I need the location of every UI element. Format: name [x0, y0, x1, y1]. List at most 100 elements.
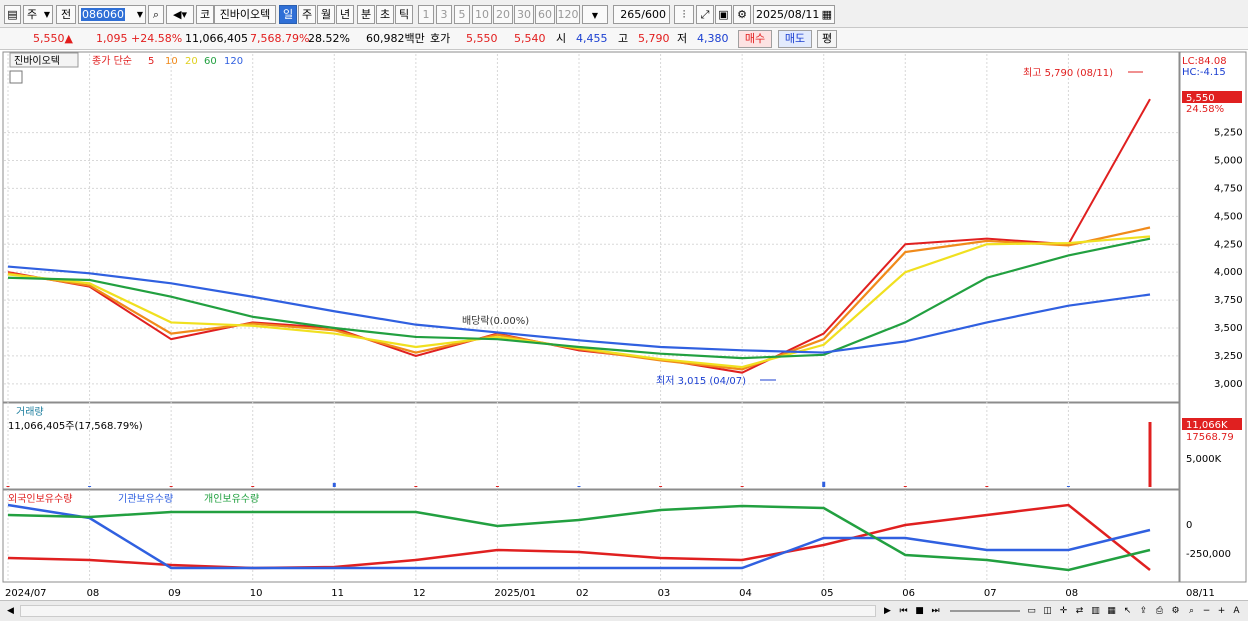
gear-icon[interactable]: ⚙ — [733, 5, 751, 24]
x-tick-label: 05 — [821, 588, 834, 599]
grid-icon[interactable]: ▦ — [1104, 603, 1119, 619]
volume-value: 11,066,405 — [185, 32, 248, 45]
scroll-left-icon[interactable]: ◀ — [3, 603, 18, 619]
scroll-right-icon[interactable]: ▶ — [880, 603, 895, 619]
buy-button[interactable]: 매수 — [738, 30, 772, 48]
fast-forward-icon[interactable]: ⏭ — [928, 603, 943, 619]
volume-bar — [1066, 486, 1070, 487]
zoom-out-icon[interactable]: − — [1199, 603, 1214, 619]
eval-button[interactable]: 평 — [817, 30, 837, 48]
lc-value: LC:84.08 — [1182, 56, 1227, 67]
open-price: 4,455 — [576, 32, 608, 45]
crosshair-icon[interactable]: ✛ — [1056, 603, 1071, 619]
horizontal-scrollbar[interactable] — [20, 605, 876, 617]
y-tick-label: 4,750 — [1214, 183, 1243, 194]
volume-pct: 7,568.79% — [250, 32, 310, 45]
volume-bar — [495, 486, 499, 487]
interval-dropdown[interactable]: ▼ — [582, 5, 608, 24]
period-second[interactable]: 초 — [376, 5, 394, 24]
interval-3[interactable]: 3 — [436, 5, 452, 24]
price-change: 1,095 — [96, 32, 128, 45]
scope-button[interactable]: 전 — [56, 5, 76, 24]
code-input[interactable]: 086060 ▼ — [78, 5, 146, 24]
count-input[interactable]: 265/600 — [613, 5, 670, 24]
volume-bar — [577, 486, 581, 487]
interval-20[interactable]: 20 — [493, 5, 513, 24]
x-tick-label: 04 — [739, 588, 752, 599]
rewind-icon[interactable]: ⏮ — [896, 603, 911, 619]
quote-bar: 5,550▲ 1,095 +24.58% 11,066,405 7,568.79… — [0, 28, 1248, 50]
holding-y-tick-0: 0 — [1186, 520, 1192, 531]
period-month[interactable]: 월 — [317, 5, 335, 24]
zoom-in-icon[interactable]: + — [1214, 603, 1229, 619]
sell-button[interactable]: 매도 — [778, 30, 812, 48]
volume-value-text: 11,066,405주(17,568.79%) — [8, 421, 143, 432]
trade-amount: 60,982백만 — [366, 32, 425, 45]
current-price-tag: 5,550 — [1186, 93, 1215, 104]
period-minute[interactable]: 분 — [357, 5, 375, 24]
menu-icon[interactable]: ▤ — [4, 5, 21, 24]
date-value: 2025/08/11 — [756, 8, 820, 21]
period-year[interactable]: 년 — [336, 5, 354, 24]
interval-30[interactable]: 30 — [514, 5, 534, 24]
x-tick-label: 12 — [413, 588, 426, 599]
open-label: 시 — [556, 32, 567, 45]
chevron-down-icon: ▼ — [136, 10, 143, 19]
save-icon[interactable]: ▣ — [715, 5, 732, 24]
x-tick-label: 11 — [331, 588, 344, 599]
volume-panel-frame — [2, 402, 1180, 490]
current-pct-tag: 24.58% — [1186, 104, 1224, 115]
indicator-table-icon[interactable] — [9, 70, 23, 84]
x-tick-label: 06 — [902, 588, 915, 599]
speaker-icon[interactable]: ◀▾ — [166, 5, 194, 24]
period-day[interactable]: 일 — [279, 5, 297, 24]
x-tick-label: 2024/07 — [5, 588, 47, 599]
volume-y-tick: 5,000K — [1186, 454, 1222, 465]
date-input[interactable]: 2025/08/11 ▦ — [753, 5, 835, 24]
volume-pct-tag: 17568.79 — [1186, 432, 1234, 443]
legend-individual: 개인보유수량 — [204, 493, 259, 505]
zoom-icon[interactable]: ⌕ — [1184, 603, 1199, 619]
search-icon[interactable]: ⌕ — [148, 5, 164, 24]
x-tick-label: 2025/01 — [494, 588, 536, 599]
volume-bar — [169, 486, 173, 487]
legend-institution: 기관보유수량 — [118, 493, 173, 505]
stop-icon[interactable]: ■ — [912, 603, 927, 619]
high-price: 5,790 — [638, 32, 670, 45]
export-icon[interactable]: ⇪ — [1136, 603, 1151, 619]
compare-icon[interactable]: ⇄ — [1072, 603, 1087, 619]
x-tick-label: 03 — [658, 588, 671, 599]
x-tick-label: 10 — [250, 588, 263, 599]
legend-foreign: 외국인보유수량 — [8, 493, 72, 505]
interval-1[interactable]: 1 — [418, 5, 434, 24]
dividend-annotation: 배당락(0.00%) — [462, 315, 529, 327]
volume-bar — [251, 486, 255, 487]
volume-bar — [6, 486, 10, 487]
zoom-slider[interactable] — [950, 610, 1020, 612]
stock-chart[interactable]: 5,250 5,000 4,750 4,500 4,250 4,000 3,750 3,500… — [0, 50, 1248, 600]
bar-style-icon[interactable]: ▥ — [1088, 603, 1103, 619]
font-size-icon[interactable]: A — [1229, 603, 1244, 619]
volume-bar — [659, 486, 663, 487]
coin-button[interactable]: 코 — [196, 5, 214, 24]
candle-type-icon[interactable]: ⫶ — [674, 5, 694, 24]
market-select[interactable]: 주 ▼ — [23, 5, 53, 24]
interval-10[interactable]: 10 — [472, 5, 492, 24]
interval-60[interactable]: 60 — [535, 5, 555, 24]
draw-tool-icon[interactable]: ⤢ — [696, 5, 714, 24]
volume-tag: 11,066K — [1186, 420, 1228, 431]
interval-120[interactable]: 120 — [556, 5, 580, 24]
ask-price: 5,550 — [466, 32, 498, 45]
low-annotation: 최저 3,015 (04/07) — [656, 375, 746, 387]
settings-icon[interactable]: ⚙ — [1168, 603, 1183, 619]
split-icon[interactable]: ◫ — [1040, 603, 1055, 619]
layout-icon[interactable]: ▭ — [1024, 603, 1039, 619]
period-tick[interactable]: 틱 — [395, 5, 413, 24]
period-week[interactable]: 주 — [298, 5, 316, 24]
chart-toolbar: ▤ 주 ▼ 전 086060 ▼ ⌕ ◀▾ 코 진바이오텍 일 주 월 년 분 초… — [0, 0, 1248, 28]
legend-ma-label: 종가 단순 — [92, 55, 132, 67]
interval-5[interactable]: 5 — [454, 5, 470, 24]
print-icon[interactable]: ⎙ — [1152, 603, 1167, 619]
legend-stock-name: 진바이오텍 — [14, 55, 60, 67]
cursor-icon[interactable]: ↖ — [1120, 603, 1135, 619]
